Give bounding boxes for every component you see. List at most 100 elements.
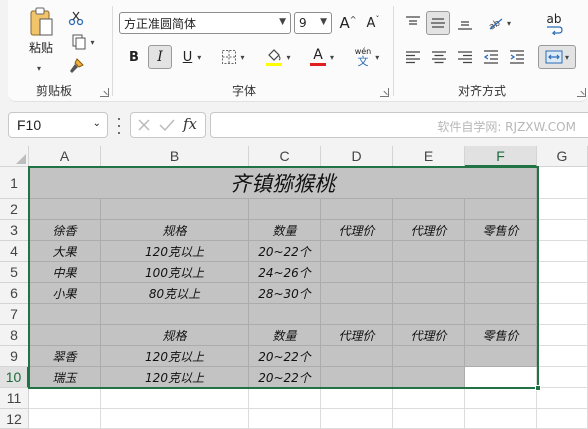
cell[interactable] bbox=[465, 262, 537, 283]
cell[interactable] bbox=[101, 409, 249, 429]
cell[interactable]: 代理价 bbox=[321, 220, 393, 241]
cell[interactable] bbox=[29, 304, 101, 325]
row-header[interactable]: 9 bbox=[0, 346, 29, 367]
cell[interactable] bbox=[537, 409, 588, 429]
cell[interactable] bbox=[101, 199, 249, 220]
cell[interactable] bbox=[101, 388, 249, 409]
column-header[interactable]: B bbox=[101, 146, 249, 167]
cell[interactable] bbox=[249, 388, 321, 409]
merge-center-button[interactable]: ▾ bbox=[538, 45, 576, 69]
cut-button[interactable] bbox=[66, 8, 86, 28]
font-size-select[interactable]: 9 ▼ bbox=[294, 12, 332, 34]
cell[interactable] bbox=[101, 304, 249, 325]
underline-button[interactable]: U ▾ bbox=[176, 46, 208, 68]
formula-input[interactable]: 软件自学网: RJZXW.COM bbox=[210, 112, 588, 138]
enter-icon[interactable] bbox=[159, 118, 175, 132]
cell[interactable]: 数量 bbox=[249, 325, 321, 346]
cell[interactable]: 28~30个 bbox=[249, 283, 321, 304]
cell[interactable] bbox=[537, 283, 588, 304]
cell[interactable] bbox=[393, 262, 465, 283]
column-header[interactable]: E bbox=[393, 146, 465, 167]
cell[interactable]: 零售价 bbox=[465, 325, 537, 346]
fill-color-button[interactable]: ▾ bbox=[260, 44, 296, 70]
row-header[interactable]: 10 bbox=[0, 367, 29, 388]
cell[interactable] bbox=[321, 199, 393, 220]
font-launcher-icon[interactable] bbox=[380, 88, 389, 97]
cell[interactable] bbox=[537, 262, 588, 283]
paste-dropdown-icon[interactable]: ▾ bbox=[37, 64, 41, 73]
column-header[interactable]: G bbox=[537, 146, 588, 167]
cell[interactable] bbox=[249, 304, 321, 325]
active-cell-f10[interactable] bbox=[465, 367, 537, 388]
cell[interactable]: 20~22个 bbox=[249, 241, 321, 262]
row-header[interactable]: 12 bbox=[0, 409, 29, 429]
title-cell[interactable]: 齐镇猕猴桃 bbox=[29, 167, 537, 199]
cell[interactable]: 20~22个 bbox=[249, 367, 321, 388]
align-left-button[interactable] bbox=[402, 46, 424, 68]
italic-button[interactable]: I bbox=[148, 45, 172, 69]
font-color-button[interactable]: A ▾ bbox=[304, 44, 340, 70]
cell[interactable]: 大果 bbox=[29, 241, 101, 262]
align-right-button[interactable] bbox=[454, 46, 476, 68]
cell[interactable] bbox=[465, 304, 537, 325]
grow-font-button[interactable]: A ^ bbox=[338, 12, 358, 34]
cell[interactable] bbox=[321, 241, 393, 262]
column-header[interactable]: F bbox=[465, 146, 537, 167]
cell[interactable]: 120克以上 bbox=[101, 241, 249, 262]
cell[interactable]: 翠香 bbox=[29, 346, 101, 367]
align-middle-button[interactable] bbox=[426, 11, 450, 35]
fill-handle[interactable] bbox=[535, 385, 541, 391]
cell[interactable] bbox=[393, 304, 465, 325]
cancel-icon[interactable] bbox=[137, 118, 151, 132]
cell[interactable] bbox=[393, 409, 465, 429]
cell[interactable] bbox=[29, 325, 101, 346]
clipboard-launcher-icon[interactable] bbox=[100, 88, 109, 97]
cell[interactable] bbox=[537, 220, 588, 241]
shrink-font-button[interactable]: Aˇ bbox=[363, 12, 383, 34]
row-header[interactable]: 1 bbox=[0, 167, 29, 199]
cell[interactable] bbox=[465, 346, 537, 367]
cell[interactable] bbox=[29, 388, 101, 409]
cell[interactable]: 瑞玉 bbox=[29, 367, 101, 388]
orientation-button[interactable]: ab ▾ bbox=[482, 12, 516, 34]
row-header[interactable]: 2 bbox=[0, 199, 29, 220]
cell[interactable] bbox=[465, 241, 537, 262]
cell[interactable]: 数量 bbox=[249, 220, 321, 241]
align-top-button[interactable] bbox=[402, 12, 424, 34]
increase-indent-button[interactable] bbox=[506, 46, 528, 68]
cell[interactable] bbox=[321, 262, 393, 283]
column-header[interactable]: D bbox=[321, 146, 393, 167]
cell[interactable]: 100克以上 bbox=[101, 262, 249, 283]
cell[interactable]: 120克以上 bbox=[101, 367, 249, 388]
cell[interactable]: 徐香 bbox=[29, 220, 101, 241]
row-header[interactable]: 5 bbox=[0, 262, 29, 283]
cell[interactable]: 规格 bbox=[101, 220, 249, 241]
cell[interactable] bbox=[321, 283, 393, 304]
insert-function-icon[interactable]: fx bbox=[183, 115, 197, 133]
wrap-text-button[interactable]: ab bbox=[540, 10, 568, 38]
alignment-launcher-icon[interactable] bbox=[577, 88, 586, 97]
row-header[interactable]: 11 bbox=[0, 388, 29, 409]
cell[interactable]: 80克以上 bbox=[101, 283, 249, 304]
cell[interactable]: 20~22个 bbox=[249, 346, 321, 367]
cell[interactable] bbox=[393, 283, 465, 304]
cell[interactable] bbox=[393, 367, 465, 388]
cell[interactable] bbox=[393, 346, 465, 367]
cell[interactable]: 24~26个 bbox=[249, 262, 321, 283]
copy-button[interactable]: ▾ bbox=[66, 32, 100, 52]
row-header[interactable]: 4 bbox=[0, 241, 29, 262]
cell[interactable]: 120克以上 bbox=[101, 346, 249, 367]
font-name-select[interactable]: 方正准圆简体 ▼ bbox=[119, 12, 291, 34]
cell[interactable] bbox=[321, 304, 393, 325]
row-header[interactable]: 8 bbox=[0, 325, 29, 346]
cell[interactable] bbox=[465, 409, 537, 429]
cell[interactable] bbox=[537, 367, 588, 388]
cell[interactable] bbox=[321, 409, 393, 429]
cell[interactable] bbox=[537, 167, 588, 199]
format-painter-button[interactable] bbox=[66, 56, 86, 76]
cell[interactable]: 规格 bbox=[101, 325, 249, 346]
borders-button[interactable]: ▾ bbox=[216, 46, 250, 68]
cell[interactable]: 零售价 bbox=[465, 220, 537, 241]
more-options-icon[interactable] bbox=[116, 118, 122, 134]
row-header[interactable]: 3 bbox=[0, 220, 29, 241]
